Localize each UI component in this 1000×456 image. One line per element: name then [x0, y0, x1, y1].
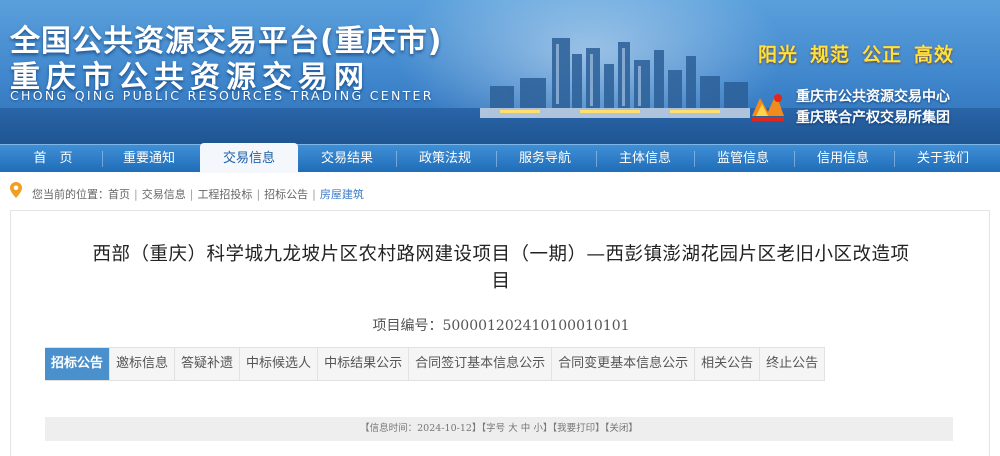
nav-home[interactable]: 首 页: [4, 145, 102, 173]
location-pin-icon: [10, 182, 22, 198]
tab-contract-signing[interactable]: 合同签订基本信息公示: [409, 348, 553, 380]
tab-bid-candidates[interactable]: 中标候选人: [240, 348, 319, 380]
org-name-secondary: 重庆联合产权交易所集团: [796, 110, 950, 126]
breadcrumb-tender-notice[interactable]: 招标公告: [264, 188, 308, 201]
org-name-primary: 重庆市公共资源交易中心: [796, 89, 950, 105]
font-size-medium[interactable]: 中: [521, 423, 531, 434]
info-bar: 【信息时间：2024-10-12】【字号 大 中 小】【我要打印】【关闭】: [45, 417, 953, 441]
tab-award-result[interactable]: 中标结果公示: [318, 348, 410, 380]
main-nav: 首 页 重要通知 交易信息 交易结果 政策法规 服务导航 主体信息 监管信息 信…: [0, 143, 1000, 173]
project-title-line2: 目: [491, 271, 511, 292]
project-number-value: 500001202410100010101: [442, 318, 630, 334]
breadcrumb-building[interactable]: 房屋建筑: [320, 188, 364, 201]
slogan-3: 公正: [862, 44, 903, 66]
nav-trade-info[interactable]: 交易信息: [200, 143, 298, 173]
project-title: 西部（重庆）科学城九龙坡片区农村路网建设项目（一期）—西彭镇澎湖花园片区老旧小区…: [51, 241, 951, 295]
font-size-small[interactable]: 小: [533, 423, 543, 434]
nav-trade-results[interactable]: 交易结果: [298, 145, 396, 173]
font-size-large[interactable]: 大: [508, 423, 518, 434]
breadcrumb-separator: |: [189, 188, 194, 201]
nav-notices[interactable]: 重要通知: [100, 145, 198, 173]
info-time: 2024-10-12: [417, 423, 472, 434]
tab-related-notices[interactable]: 相关公告: [695, 348, 761, 380]
project-number: 项目编号：500001202410100010101: [11, 315, 991, 335]
project-title-line1: 西部（重庆）科学城九龙坡片区农村路网建设项目（一期）—西彭镇澎湖花园片区老旧小区…: [92, 244, 910, 265]
breadcrumb-home[interactable]: 首页: [108, 188, 130, 201]
slogan-4: 高效: [914, 44, 955, 66]
nav-policies[interactable]: 政策法规: [396, 145, 494, 173]
tab-qa-addendum[interactable]: 答疑补遗: [175, 348, 241, 380]
tab-invitation[interactable]: 邀标信息: [110, 348, 176, 380]
slogan-2: 规范: [810, 44, 851, 66]
org-logo-icon: [752, 94, 784, 121]
tab-contract-change[interactable]: 合同变更基本信息公示: [552, 348, 696, 380]
city-skyline-image: [480, 38, 750, 118]
breadcrumb-prefix: 您当前的位置：: [32, 188, 109, 201]
breadcrumb-separator: |: [134, 188, 138, 201]
site-banner: 全国公共资源交易平台(重庆市) 重庆市公共资源交易网 CHONG QING PU…: [0, 0, 1000, 144]
slogan-1: 阳光: [758, 44, 799, 66]
breadcrumb-separator: |: [312, 188, 316, 201]
breadcrumb: 您当前的位置： 首页 | 交易信息 | 工程招投标 | 招标公告 | 房屋建筑: [0, 182, 1000, 204]
font-size-label: 】【字号: [471, 423, 506, 434]
breadcrumb-separator: |: [256, 188, 261, 201]
nav-supervision[interactable]: 监管信息: [694, 145, 792, 173]
nav-about[interactable]: 关于我们: [894, 145, 992, 173]
tab-tender-notice[interactable]: 招标公告: [45, 348, 111, 380]
breadcrumb-trade-info[interactable]: 交易信息: [142, 188, 186, 201]
breadcrumb-engineering[interactable]: 工程招投标: [197, 188, 252, 201]
notice-tabs: 招标公告 邀标信息 答疑补遗 中标候选人 中标结果公示 合同签订基本信息公示 合…: [45, 347, 826, 381]
nav-credit[interactable]: 信用信息: [794, 145, 892, 173]
close-link[interactable]: 【关闭】: [605, 423, 638, 434]
project-number-label: 项目编号：: [372, 318, 443, 334]
slogan: 阳光 规范 公正 高效: [758, 40, 966, 67]
tab-termination[interactable]: 终止公告: [760, 348, 826, 380]
info-time-label: 【信息时间：: [360, 423, 418, 434]
site-title-english: CHONG QING PUBLIC RESOURCES TRADING CENT…: [10, 88, 434, 103]
print-link[interactable]: 】【我要打印】: [543, 423, 605, 434]
nav-entity-info[interactable]: 主体信息: [596, 145, 694, 173]
nav-service-guide[interactable]: 服务导航: [496, 145, 594, 173]
content-panel: 西部（重庆）科学城九龙坡片区农村路网建设项目（一期）—西彭镇澎湖花园片区老旧小区…: [10, 210, 990, 456]
